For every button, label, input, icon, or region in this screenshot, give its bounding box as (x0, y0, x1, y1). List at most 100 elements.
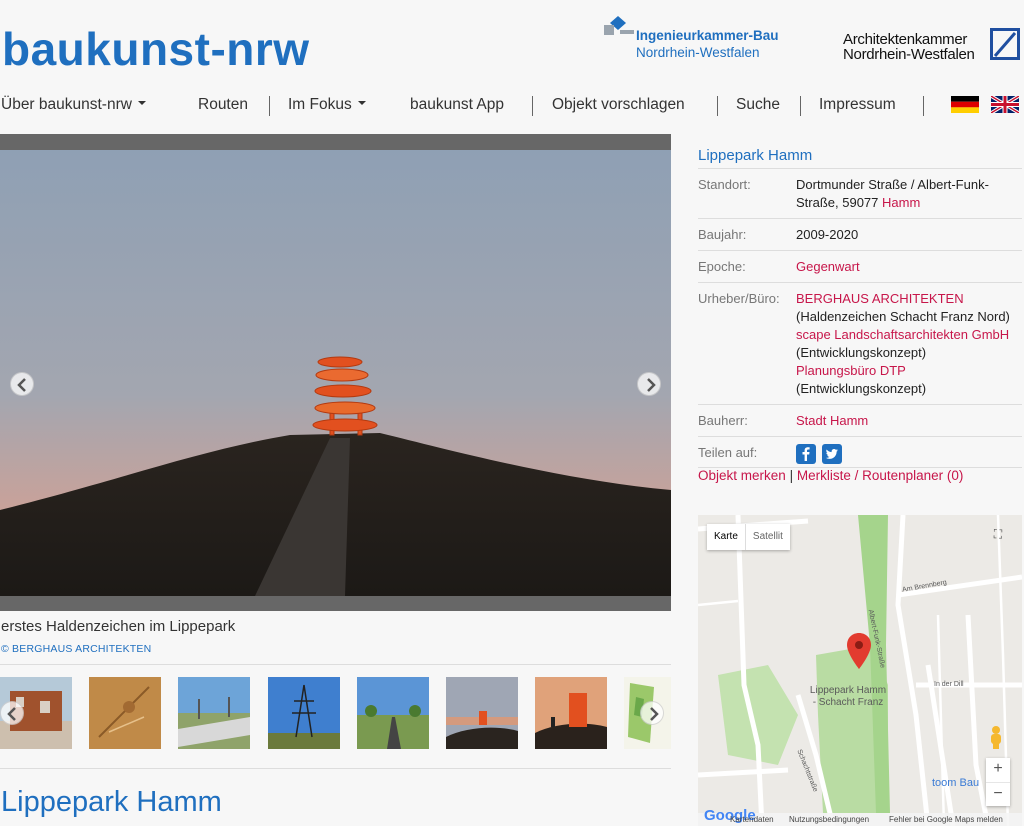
info-value: 2009-2020 (796, 227, 859, 242)
chevron-right-icon (647, 378, 656, 392)
info-label: Urheber/Büro: (698, 291, 780, 306)
nav-divider (800, 96, 801, 116)
map-street-label: In der Dill (934, 681, 964, 688)
nav-item-ueber[interactable]: Über baukunst-nrw (1, 96, 146, 114)
architect-note: (Entwicklungskonzept) (796, 381, 927, 396)
nav-item-suche[interactable]: Suche (736, 96, 780, 114)
info-label: Standort: (698, 177, 751, 192)
nav-divider (717, 96, 718, 116)
bookmark-links: Objekt merken | Merkliste / Routenplaner… (698, 468, 963, 483)
facebook-icon[interactable] (796, 444, 816, 464)
twitter-icon[interactable] (821, 444, 842, 464)
zoom-in-button[interactable]: + (986, 758, 1010, 782)
gallery-top-bar (0, 134, 671, 150)
map-marker-icon[interactable] (847, 633, 871, 669)
info-label: Epoche: (698, 259, 746, 274)
site-title[interactable]: baukunst-nrw (2, 22, 310, 76)
info-table: Standort: Dortmunder Straße / Albert-Fun… (698, 168, 1022, 468)
client-link[interactable]: Stadt Hamm (796, 413, 868, 428)
divider (0, 768, 671, 769)
ingenieurkammer-logo[interactable]: Ingenieurkammer-Bau Nordrhein-Westfalen (604, 14, 794, 64)
nav-item-im-fokus[interactable]: Im Fokus (288, 96, 366, 114)
zoom-out-button[interactable]: − (986, 782, 1010, 806)
thumbnail-image (178, 677, 250, 749)
caret-down-icon (357, 100, 366, 105)
thumbnail[interactable] (446, 677, 518, 749)
divider (0, 664, 671, 665)
map-type-control: Karte Satellit (707, 524, 790, 550)
nav-item-impressum[interactable]: Impressum (819, 96, 896, 114)
info-label: Baujahr: (698, 227, 747, 242)
map-terms-link[interactable]: Nutzungsbedingungen (789, 815, 869, 824)
nav-divider (532, 96, 533, 116)
thumbnail-image (535, 677, 607, 749)
chevron-right-icon (650, 707, 659, 721)
thumbnail-image (268, 677, 340, 749)
bookmark-object-link[interactable]: Objekt merken (698, 468, 786, 483)
architect-link[interactable]: scape Landschaftsarchitekten GmbH (796, 326, 1022, 344)
ingenieurkammer-name: Ingenieurkammer-Bau (636, 28, 779, 43)
map-park-label: Lippepark Hamm - Schacht Franz (809, 685, 887, 708)
flag-uk-icon[interactable] (991, 96, 1019, 113)
thumbs-prev-button[interactable] (0, 701, 24, 725)
info-row-urheber: Urheber/Büro: BERGHAUS ARCHITEKTEN (Hald… (698, 282, 1022, 404)
thumbnail[interactable] (535, 677, 607, 749)
ingenieurkammer-mark-icon (604, 16, 634, 35)
main-photo-image (0, 150, 671, 596)
thumbnail[interactable] (268, 677, 340, 749)
page-title: Lippepark Hamm (1, 786, 222, 818)
nav-label: Objekt vorschlagen (552, 96, 685, 113)
nav-label: Impressum (819, 96, 896, 113)
epoch-link[interactable]: Gegenwart (796, 259, 860, 274)
nav-label: Im Fokus (288, 96, 352, 113)
link-separator: | (789, 468, 794, 483)
architect-note: (Haldenzeichen Schacht Franz Nord) (796, 309, 1010, 324)
architektenkammer-logo[interactable]: Architektenkammer Nordrhein-Westfalen (843, 26, 1021, 66)
architect-link[interactable]: BERGHAUS ARCHITEKTEN (796, 290, 1022, 308)
info-value: Stadt Hamm (796, 412, 1022, 430)
city-link[interactable]: Hamm (882, 195, 920, 210)
main-navigation: Über baukunst-nrw Routen Im Fokus baukun… (0, 92, 1024, 120)
architect-link[interactable]: Planungsbüro DTP (796, 362, 1022, 380)
nav-item-routen[interactable]: Routen (198, 96, 248, 114)
gallery-prev-button[interactable] (10, 372, 34, 396)
map-tab-satellit[interactable]: Satellit (744, 524, 790, 550)
chevron-left-icon (7, 707, 16, 721)
nav-item-app[interactable]: baukunst App (410, 96, 504, 114)
caret-down-icon (137, 100, 146, 105)
nav-divider (923, 96, 924, 116)
photo-caption: erstes Haldenzeichen im Lippepark (1, 618, 236, 635)
route-planner-link[interactable]: Merkliste / Routenplaner (0) (797, 468, 964, 483)
nav-label: Über baukunst-nrw (1, 96, 132, 113)
thumbnail[interactable] (357, 677, 429, 749)
zoom-control: + − (986, 758, 1010, 806)
architektenkammer-region: Nordrhein-Westfalen (843, 46, 975, 63)
street-view-pegman-icon[interactable] (988, 725, 1004, 749)
info-value: BERGHAUS ARCHITEKTEN (Haldenzeichen Scha… (796, 290, 1022, 398)
nav-item-objekt-vorschlagen[interactable]: Objekt vorschlagen (552, 96, 685, 114)
info-label: Bauherr: (698, 413, 748, 428)
info-row-baujahr: Baujahr: 2009-2020 (698, 218, 1022, 250)
map-report-link[interactable]: Fehler bei Google Maps melden (889, 815, 1003, 824)
nav-label: Routen (198, 96, 248, 113)
info-label: Teilen auf: (698, 445, 758, 460)
map-tab-karte[interactable]: Karte (707, 524, 745, 550)
info-row-standort: Standort: Dortmunder Straße / Albert-Fun… (698, 168, 1022, 218)
flag-de-icon[interactable] (951, 96, 979, 113)
gallery-bottom-bar (0, 596, 671, 611)
thumbnail[interactable] (178, 677, 250, 749)
main-photo[interactable] (0, 150, 671, 596)
info-value: Dortmunder Straße / Albert-Funk-Straße, … (796, 176, 1022, 212)
google-map[interactable]: Karte Satellit ⛶ Lippepark Hamm - Schach… (698, 515, 1022, 826)
map-data-link[interactable]: Kartendaten (730, 815, 774, 824)
fullscreen-icon[interactable]: ⛶ (987, 524, 1009, 546)
ingenieurkammer-region: Nordrhein-Westfalen (636, 45, 760, 60)
info-title: Lippepark Hamm (698, 147, 813, 164)
thumbnail-image (357, 677, 429, 749)
gallery-next-button[interactable] (637, 372, 661, 396)
info-row-share: Teilen auf: (698, 436, 1022, 468)
thumbnail[interactable] (89, 677, 161, 749)
info-row-epoche: Epoche: Gegenwart (698, 250, 1022, 282)
thumbs-next-button[interactable] (640, 701, 664, 725)
map-footer: Google Kartendaten Nutzungsbedingungen F… (698, 807, 1022, 826)
